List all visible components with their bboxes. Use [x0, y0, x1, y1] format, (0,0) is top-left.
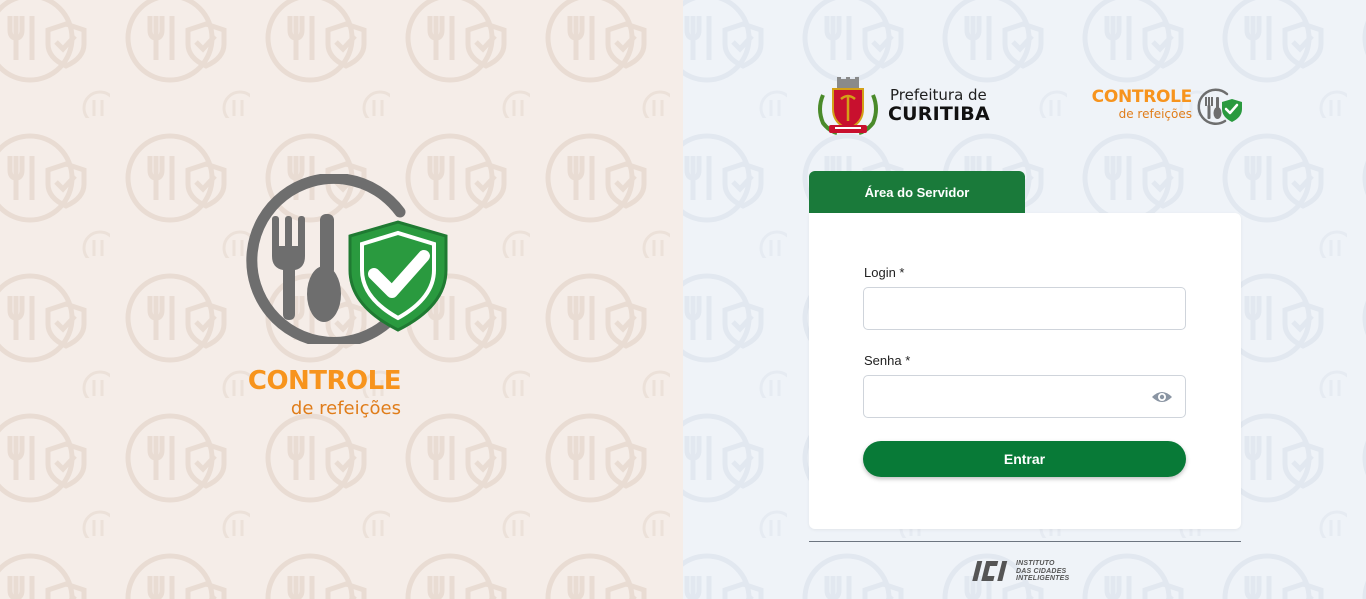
ici-line-2: DAS CIDADES: [1016, 567, 1067, 575]
ici-line-1: INSTITUTO: [1016, 560, 1055, 567]
app-logo-title: CONTROLE: [1091, 87, 1193, 107]
password-field-wrapper: [863, 375, 1186, 418]
tab-area-do-servidor[interactable]: Área do Servidor: [809, 171, 1025, 214]
ici-logo-icon: [972, 561, 1008, 581]
curitiba-label: CURITIBA: [888, 103, 990, 125]
left-brand-panel: CONTROLE de refeições: [0, 0, 683, 599]
login-label: Login *: [864, 265, 905, 280]
hero-title: CONTROLE: [247, 366, 402, 396]
controle-refeicoes-icon: [246, 174, 448, 344]
login-field-wrapper: [863, 287, 1186, 330]
password-input[interactable]: [864, 376, 1185, 417]
hero-subtitle: de refeições: [290, 398, 401, 419]
password-label: Senha *: [864, 353, 911, 368]
curitiba-crest-icon: [818, 77, 878, 135]
ici-line-3: INTELIGENTES: [1016, 575, 1070, 582]
app-logo-subtitle: de refeições: [1118, 107, 1192, 121]
login-input[interactable]: [864, 288, 1185, 329]
entrar-button[interactable]: Entrar: [863, 441, 1186, 477]
footer-divider: [809, 541, 1241, 542]
controle-refeicoes-icon: [1197, 88, 1242, 125]
login-card: [809, 213, 1241, 529]
ici-name: INSTITUTO DAS CIDADES INTELIGENTES: [1016, 560, 1069, 583]
eye-icon[interactable]: [1151, 388, 1173, 406]
